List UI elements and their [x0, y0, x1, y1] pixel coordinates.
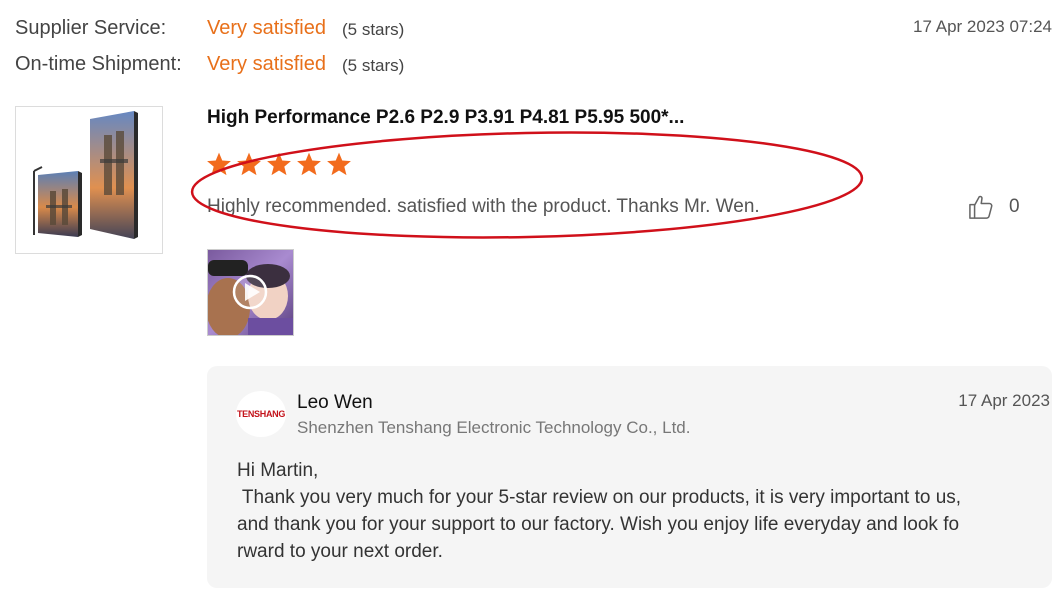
supplier-service-stars: (5 stars)	[342, 20, 405, 39]
product-thumbnail[interactable]	[15, 106, 163, 254]
supplier-service-label: Supplier Service:	[15, 17, 167, 39]
supplier-service-value: Very satisfied	[207, 17, 326, 39]
ontime-shipment-value: Very satisfied	[207, 53, 326, 75]
supplier-logo-text: TENSHANG	[236, 409, 286, 419]
like-count: 0	[1009, 196, 1020, 217]
video-preview-image	[208, 250, 293, 335]
ontime-shipment-label: On-time Shipment:	[15, 53, 182, 75]
like-button[interactable]: 0	[967, 193, 1020, 221]
product-title[interactable]: High Performance P2.6 P2.9 P3.91 P4.81 P…	[207, 107, 684, 129]
review-video-thumbnail[interactable]	[207, 249, 294, 336]
reply-message: Hi Martin, Thank you very much for your …	[237, 460, 962, 562]
annotation-ellipse	[190, 131, 864, 239]
supplier-logo: TENSHANG	[236, 391, 286, 437]
ontime-shipment-stars: (5 stars)	[342, 56, 405, 75]
reply-author-name: Leo Wen	[297, 392, 373, 413]
reply-date: 17 Apr 2023	[958, 391, 1050, 410]
thumbs-up-icon	[969, 195, 993, 219]
reply-company-name[interactable]: Shenzhen Tenshang Electronic Technology …	[297, 418, 690, 438]
product-image	[33, 111, 138, 239]
review-date: 17 Apr 2023 07:24	[913, 17, 1052, 36]
